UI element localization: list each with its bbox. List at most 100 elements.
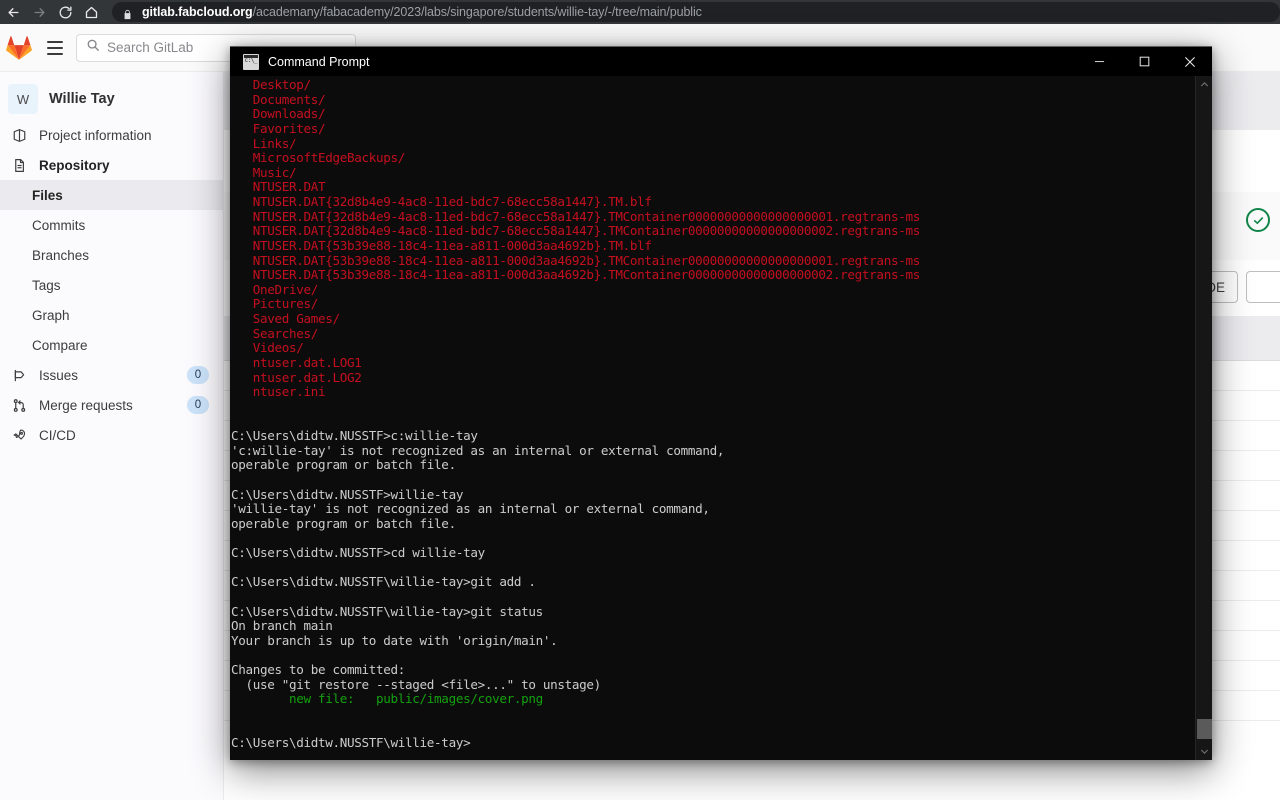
screen: gitlab.fabcloud.org/academany/fabacademy… [0,0,1280,800]
terminal-line: C:\Users\didtw.NUSSTF\willie-tay>git add… [231,574,536,590]
home-button[interactable] [78,0,104,24]
sidebar-item-label: Graph [32,307,70,323]
sidebar-item-label: Files [32,187,63,203]
terminal-line: On branch main [231,618,333,634]
terminal-line: Links/ [252,135,297,151]
terminal-line: MicrosoftEdgeBackups/ [252,150,406,166]
minimize-icon [1094,56,1105,67]
terminal-line: NTUSER.DAT{53b39e88-18c4-11ea-a811-000d3… [252,267,921,283]
terminal-line: NTUSER.DAT{32d8b4e9-4ac8-11ed-bdc7-68ecc… [252,208,921,224]
scrollbar-thumb[interactable] [1197,719,1212,739]
terminal-line: OneDrive/ [252,281,319,297]
sidebar-item-label: CI/CD [39,427,76,443]
rocket-icon [11,427,27,443]
terminal-line: Your branch is up to date with 'origin/m… [231,632,558,648]
pipeline-success-check-icon [1246,208,1270,232]
arrow-right-icon [32,5,47,20]
terminal-line: NTUSER.DAT{32d8b4e9-4ac8-11ed-bdc7-68ecc… [252,194,652,209]
sidebar-item-label: Project information [39,127,152,143]
terminal-line: C:\Users\didtw.NUSSTF>c:willie-tay [231,428,478,443]
terminal-line: C:\Users\didtw.NUSSTF>cd willie-tay [231,545,485,560]
sidebar-item-label: Branches [32,247,90,263]
issues-icon [11,367,27,383]
sidebar-item-cicd[interactable]: CI/CD [0,420,223,450]
back-button[interactable] [0,0,26,24]
terminal-line: 'c:willie-tay' is not recognized as an i… [231,442,725,458]
terminal-line: 'willie-tay' is not recognized as an int… [231,501,710,517]
terminal-line: Documents/ [252,91,326,107]
sidebar-item-merge-requests[interactable]: Merge requests 0 [0,390,223,420]
terminal-line: NTUSER.DAT [252,179,326,195]
sidebar-item-files[interactable]: Files [0,180,223,210]
terminal-text: Desktop/ Documents/ Downloads/ Favorites… [231,77,921,751]
arrow-left-icon [6,5,21,20]
maximize-button[interactable] [1122,47,1167,77]
search-placeholder: Search GitLab [107,40,194,55]
address-bar[interactable]: gitlab.fabcloud.org/academany/fabacademy… [112,2,1280,22]
url-path: /academany/fabacademy/2023/labs/singapor… [252,5,702,19]
reload-icon [58,5,73,20]
sidebar-item-commits[interactable]: Commits [0,210,223,240]
terminal-line: Videos/ [252,340,304,356]
project-header[interactable]: W Willie Tay [0,78,223,120]
sidebar-item-label: Compare [32,337,88,353]
sidebar-item-issues[interactable]: Issues 0 [0,360,223,390]
search-icon [86,38,100,57]
terminal-line: operable program or batch file. [231,515,456,531]
maximize-icon [1139,56,1150,67]
sidebar-item-project-information[interactable]: Project information [0,120,223,150]
minimize-button[interactable] [1077,47,1122,77]
terminal-line: Saved Games/ [252,311,340,326]
sidebar-item-label: Merge requests [39,397,133,413]
terminal-line: Desktop/ [252,77,311,92]
sidebar: W Willie Tay Project information Reposit… [0,72,224,800]
terminal-line: NTUSER.DAT{32d8b4e9-4ac8-11ed-bdc7-68ecc… [252,223,921,239]
sidebar-item-label: Tags [32,277,61,293]
download-button[interactable] [1246,271,1280,303]
sidebar-item-repository[interactable]: Repository [0,150,223,180]
avatar: W [8,84,38,114]
forward-button[interactable] [26,0,52,24]
browser-toolbar: gitlab.fabcloud.org/academany/fabacademy… [0,0,1280,24]
chevron-up-icon[interactable] [1196,76,1212,93]
terminal-line: ntuser.ini [252,384,326,400]
sidebar-item-branches[interactable]: Branches [0,240,223,270]
reload-button[interactable] [52,0,78,24]
sidebar-item-label: Repository [39,157,110,173]
status-badge: 0 [187,366,209,384]
terminal-line: Music/ [252,164,297,180]
hamburger-menu-icon[interactable] [40,33,70,63]
terminal-line: Pictures/ [252,296,319,312]
gitlab-logo-icon[interactable] [6,35,32,61]
terminal-line: (use "git restore --staged <file>..." to… [245,676,602,692]
sidebar-item-compare[interactable]: Compare [0,330,223,360]
project-info-icon [11,127,27,143]
sidebar-item-graph[interactable]: Graph [0,300,223,330]
terminal-line: ntuser.dat.LOG2 [252,369,362,385]
cmd-titlebar[interactable]: Command Prompt [230,46,1212,76]
terminal-line: NTUSER.DAT{53b39e88-18c4-11ea-a811-000d3… [252,252,921,268]
terminal-line: ntuser.dat.LOG1 [252,354,362,370]
lock-icon [122,7,133,19]
window-title: Command Prompt [268,54,370,69]
terminal-line: C:\Users\didtw.NUSSTF\willie-tay>git sta… [231,603,543,619]
terminal-line: new file: public/images/cover.png [289,691,543,707]
close-button[interactable] [1167,47,1212,77]
terminal-line: NTUSER.DAT{53b39e88-18c4-11ea-a811-000d3… [252,237,652,253]
repository-icon [11,157,27,173]
merge-request-icon [11,397,27,413]
sidebar-item-tags[interactable]: Tags [0,270,223,300]
command-prompt-icon [243,53,259,70]
terminal-scrollbar[interactable] [1195,76,1212,760]
window-controls [1077,47,1212,77]
home-icon [84,5,99,20]
terminal-line: Searches/ [252,325,319,341]
terminal-output[interactable]: Desktop/ Documents/ Downloads/ Favorites… [230,76,1212,760]
page-title: Willie Tay [49,91,115,107]
terminal-line: C:\Users\didtw.NUSSTF>willie-tay [231,486,464,502]
sidebar-item-label: Issues [39,367,79,383]
url-domain: gitlab.fabcloud.org [142,5,253,19]
command-prompt-window[interactable]: Command Prompt [230,46,1212,760]
terminal-line: Downloads/ [252,106,326,122]
chevron-down-icon[interactable] [1196,743,1212,760]
